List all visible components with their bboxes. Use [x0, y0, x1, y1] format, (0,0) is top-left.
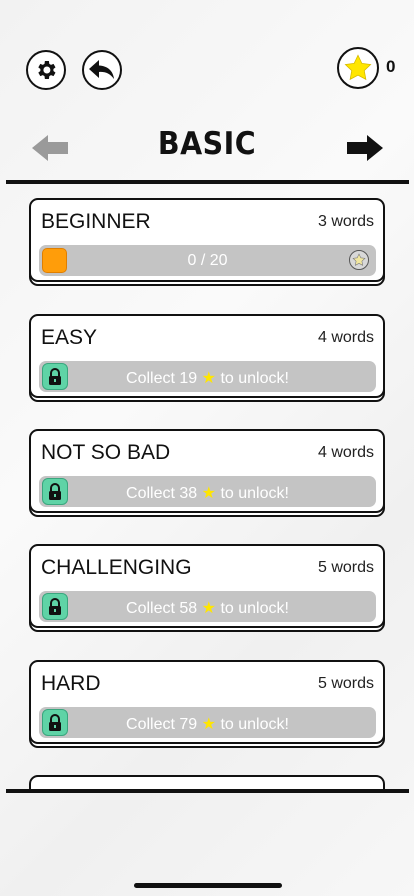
unlock-text-suffix: to unlock! — [220, 485, 289, 502]
unlock-text-prefix: Collect 79 — [126, 716, 198, 733]
word-count: 5 words — [317, 559, 374, 576]
star-icon: ★ — [201, 716, 216, 733]
right-arrow-icon[interactable] — [345, 130, 385, 166]
unlock-text-prefix: Collect 58 — [126, 600, 198, 617]
word-count: 4 words — [317, 444, 374, 461]
word-count: 5 words — [317, 675, 374, 692]
stars-button[interactable] — [337, 47, 379, 89]
level-card-beginner[interactable]: BEGINNER 3 words 0 / 20 — [29, 198, 385, 286]
star-icon: ★ — [201, 485, 216, 502]
card-face: NOT SO BAD 4 words Collect 38 ★ to unloc… — [29, 429, 385, 513]
bottom-divider — [6, 789, 409, 793]
level-name: BEGINNER — [41, 210, 151, 233]
unlock-text: Collect 19 ★ to unlock! — [39, 368, 376, 388]
level-name: CHALLENGING — [41, 556, 192, 579]
home-indicator — [134, 883, 282, 888]
card-face: CHALLENGING 5 words Collect 58 ★ to unlo… — [29, 544, 385, 628]
unlock-text: Collect 38 ★ to unlock! — [39, 483, 376, 503]
level-name: EASY — [41, 326, 98, 349]
unlock-text: Collect 79 ★ to unlock! — [39, 714, 376, 734]
level-card-easy[interactable]: EASY 4 words Collect 19 ★ to unlock! — [29, 314, 385, 402]
card-face: BEGINNER 3 words 0 / 20 — [29, 198, 385, 282]
unlock-text-suffix: to unlock! — [220, 716, 289, 733]
card-face — [29, 775, 385, 789]
pack-title: BASIC — [157, 126, 257, 162]
level-card-challenging[interactable]: CHALLENGING 5 words Collect 58 ★ to unlo… — [29, 544, 385, 632]
goal-star-icon — [349, 250, 369, 270]
back-button[interactable] — [82, 50, 122, 90]
unlock-bar: Collect 79 ★ to unlock! — [39, 707, 376, 738]
level-list[interactable]: BEGINNER 3 words 0 / 20 EASY 4 words Col… — [0, 184, 414, 789]
progress-bar: 0 / 20 — [39, 245, 376, 276]
back-arrow-icon — [89, 60, 114, 79]
star-icon: ★ — [201, 600, 216, 617]
star-icon — [344, 54, 372, 81]
card-face: EASY 4 words Collect 19 ★ to unlock! — [29, 314, 385, 398]
level-name: HARD — [41, 672, 101, 695]
unlock-text-suffix: to unlock! — [220, 600, 289, 617]
unlock-bar: Collect 38 ★ to unlock! — [39, 476, 376, 507]
unlock-text-prefix: Collect 38 — [126, 485, 198, 502]
word-count: 4 words — [317, 329, 374, 346]
level-card-hard[interactable]: HARD 5 words Collect 79 ★ to unlock! — [29, 660, 385, 748]
settings-button[interactable] — [26, 50, 66, 90]
level-card-not-so-bad[interactable]: NOT SO BAD 4 words Collect 38 ★ to unloc… — [29, 429, 385, 517]
unlock-text: Collect 58 ★ to unlock! — [39, 598, 376, 618]
unlock-text-suffix: to unlock! — [220, 370, 289, 387]
star-icon: ★ — [201, 370, 216, 387]
level-name: NOT SO BAD — [41, 441, 171, 464]
card-face: HARD 5 words Collect 79 ★ to unlock! — [29, 660, 385, 744]
unlock-bar: Collect 19 ★ to unlock! — [39, 361, 376, 392]
word-count: 3 words — [317, 213, 374, 230]
level-card-next[interactable] — [29, 775, 385, 789]
unlock-bar: Collect 58 ★ to unlock! — [39, 591, 376, 622]
gear-icon — [38, 61, 56, 79]
star-count: 0 — [386, 57, 396, 76]
unlock-text-prefix: Collect 19 — [126, 370, 198, 387]
progress-text: 0 / 20 — [187, 252, 228, 269]
